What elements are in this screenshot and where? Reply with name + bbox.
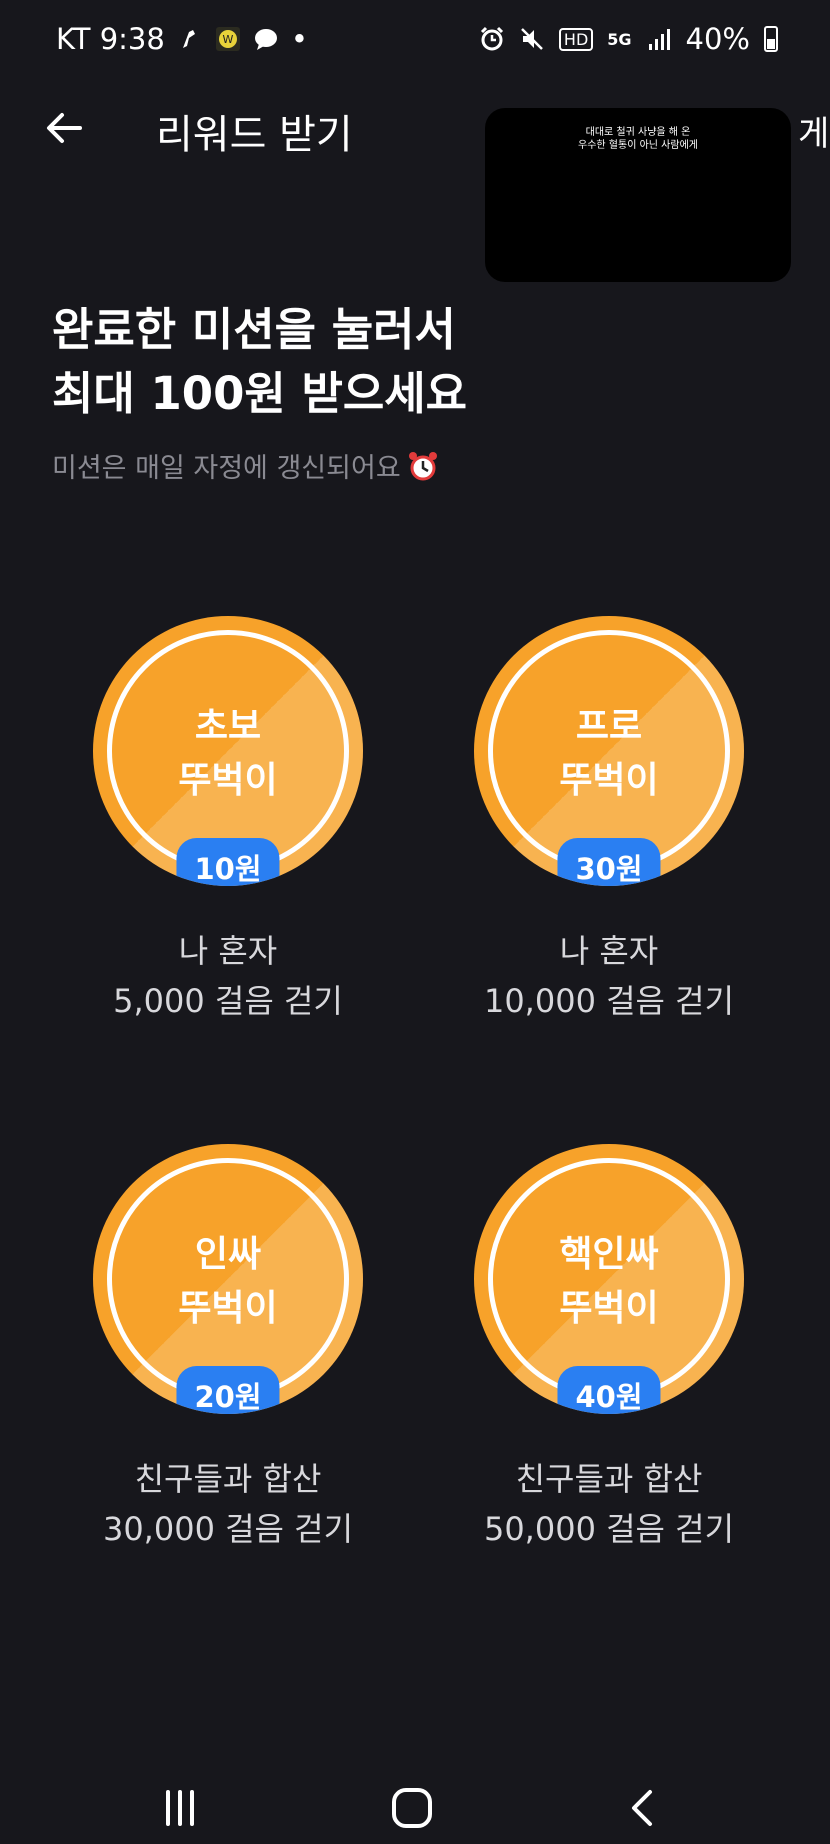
medal-title: 핵인싸 뚜벅이 [474, 1228, 744, 1336]
reward-badge: 20원 [176, 1366, 280, 1414]
reward-badge: 30원 [557, 838, 661, 886]
video-overlay[interactable]: 대대로 철귀 사냥을 해 온 우수한 혈통이 아닌 사람에게 [485, 108, 791, 282]
medal-insider[interactable]: 인싸 뚜벅이 20원 [93, 1144, 363, 1414]
mission-desc-line2: 5,000 걸음 걷기 [113, 982, 343, 1020]
medal-title-line1: 초보 [194, 706, 262, 747]
medal-title: 초보 뚜벅이 [93, 700, 363, 808]
mission-desc-line1: 나 혼자 [178, 932, 278, 970]
back-nav-icon [632, 1790, 652, 1826]
video-caption-line1: 대대로 철귀 사냥을 해 온 [585, 127, 691, 138]
app-badge-icon: W [215, 27, 240, 51]
headline-line2: 최대 100원 받으세요 [52, 367, 468, 420]
home-button[interactable] [382, 1778, 442, 1838]
more-notifications-dot: • [290, 22, 308, 56]
mission-desc-line1: 친구들과 합산 [515, 1460, 703, 1498]
video-caption-line2: 우수한 혈통이 아닌 사람에게 [578, 140, 698, 151]
alarm-clock-icon [408, 451, 437, 480]
carrier-time: KT 9:38 [56, 22, 165, 56]
headline: 완료한 미션을 눌러서 최대 100원 받으세요 [52, 298, 467, 426]
home-icon [392, 1788, 432, 1828]
mission-description: 친구들과 합산 30,000 걸음 걷기 [76, 1454, 380, 1554]
system-navigation-bar [0, 1760, 830, 1844]
mission-description: 친구들과 합산 50,000 걸음 걷기 [457, 1454, 761, 1554]
medal-super-insider[interactable]: 핵인싸 뚜벅이 40원 [474, 1144, 744, 1414]
medal-beginner[interactable]: 초보 뚜벅이 10원 [93, 616, 363, 886]
svg-text:W: W [222, 33, 233, 46]
recent-apps-icon [166, 1790, 194, 1826]
mission-desc-line2: 30,000 걸음 걷기 [102, 1510, 354, 1548]
mission-description: 나 혼자 5,000 걸음 걷기 [76, 926, 380, 1026]
signal-icon [648, 29, 670, 50]
medal-title: 인싸 뚜벅이 [93, 1228, 363, 1336]
medal-pro[interactable]: 프로 뚜벅이 30원 [474, 616, 744, 886]
reward-badge: 40원 [557, 1366, 661, 1414]
medal-title-line1: 인싸 [194, 1234, 262, 1275]
status-bar-right: HD 5G 40% [479, 22, 778, 56]
page-title: 리워드 받기 [156, 112, 353, 158]
chat-bubble-icon [254, 29, 277, 50]
medal-title-line2: 뚜벅이 [559, 1288, 659, 1329]
app-notification-icon [182, 30, 195, 48]
medal-title-line2: 뚜벅이 [178, 760, 278, 801]
medal-title-line2: 뚜벅이 [559, 760, 659, 801]
refresh-notice: 미션은 매일 자정에 갱신되어요 [52, 446, 439, 485]
header-overflow-text: 게 [798, 114, 830, 154]
alarm-icon [480, 26, 503, 51]
back-nav-button[interactable] [614, 1778, 674, 1838]
medal-title-line2: 뚜벅이 [178, 1288, 278, 1329]
status-bar: KT 9:38 W • HD 5G 40% [0, 0, 830, 84]
video-caption: 대대로 철귀 사냥을 해 온 우수한 혈통이 아닌 사람에게 [485, 126, 791, 152]
headline-line1: 완료한 미션을 눌러서 [52, 303, 456, 356]
refresh-notice-text: 미션은 매일 자정에 갱신되어요 [52, 453, 401, 484]
medal-title: 프로 뚜벅이 [474, 700, 744, 808]
mission-desc-line2: 50,000 걸음 걷기 [483, 1510, 735, 1548]
medal-title-line1: 핵인싸 [559, 1234, 659, 1275]
mission-desc-line2: 10,000 걸음 걷기 [483, 982, 735, 1020]
battery-icon [764, 26, 778, 52]
status-bar-left: KT 9:38 W • [56, 22, 308, 56]
battery-percent: 40% [685, 22, 750, 56]
arrow-left-icon [47, 113, 82, 143]
recent-apps-button[interactable] [150, 1778, 210, 1838]
reward-badge: 10원 [176, 838, 280, 886]
network-type: 5G [607, 29, 632, 49]
hd-label: HD [558, 27, 594, 51]
mission-description: 나 혼자 10,000 걸음 걷기 [457, 926, 761, 1026]
medal-title-line1: 프로 [575, 706, 643, 747]
mission-desc-line1: 나 혼자 [559, 932, 659, 970]
back-button[interactable] [36, 100, 92, 156]
mute-icon [521, 28, 543, 50]
mission-desc-line1: 친구들과 합산 [134, 1460, 322, 1498]
